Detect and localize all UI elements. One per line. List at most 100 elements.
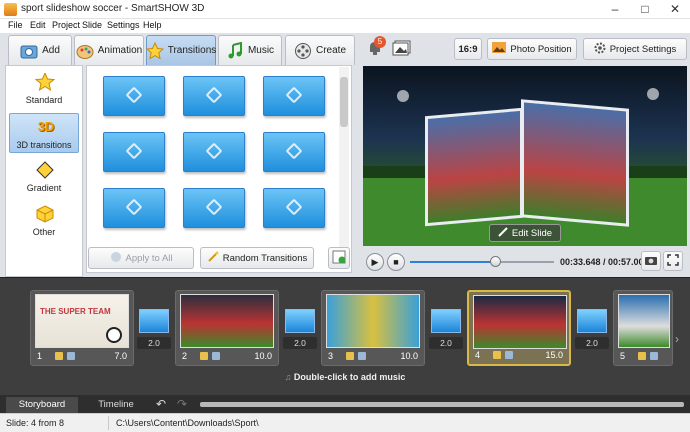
maximize-button[interactable]: □ <box>630 0 660 19</box>
random-transitions-button[interactable]: Random Transitions <box>200 247 314 269</box>
audio-icon[interactable] <box>650 352 658 360</box>
minimize-button[interactable]: – <box>600 0 630 19</box>
category-standard-label: Standard <box>25 95 63 105</box>
menu-help[interactable]: Help <box>143 20 162 30</box>
slide-duration: 10.0 <box>254 351 272 361</box>
transition-grid <box>86 65 352 273</box>
edit-slide-button[interactable]: Edit Slide <box>489 224 561 242</box>
fullscreen-button[interactable] <box>663 251 683 271</box>
transition-thumb[interactable] <box>183 76 245 116</box>
menu-slide[interactable]: Slide <box>82 20 102 30</box>
left-panel: Add Animation Transitions Music Create S… <box>0 33 360 277</box>
edit-icon[interactable] <box>200 352 208 360</box>
status-divider <box>108 416 109 430</box>
edit-icon[interactable] <box>346 352 354 360</box>
menu-edit[interactable]: Edit <box>30 20 46 30</box>
tab-timeline[interactable]: Timeline <box>80 397 152 413</box>
cube-icon <box>35 205 55 223</box>
storyboard-slide[interactable]: 5 <box>613 290 673 366</box>
category-other-label: Other <box>32 227 56 237</box>
audio-icon[interactable] <box>358 352 366 360</box>
transition-thumb[interactable] <box>103 76 165 116</box>
cube-left-face <box>425 107 523 227</box>
tab-add[interactable]: Add <box>8 35 72 65</box>
edit-icon[interactable] <box>55 352 63 360</box>
menu-settings[interactable]: Settings <box>107 20 140 30</box>
transition-thumb[interactable] <box>183 132 245 172</box>
menu-file[interactable]: File <box>8 20 23 30</box>
tab-transitions-label: Transitions <box>167 45 217 56</box>
transition-thumb[interactable] <box>103 132 165 172</box>
transition-thumb[interactable] <box>263 188 325 228</box>
category-other[interactable]: Other <box>9 201 79 241</box>
playback-knob[interactable] <box>489 256 501 267</box>
photo-position-icon <box>492 42 507 56</box>
slide-duration: 7.0 <box>114 351 127 361</box>
stop-button[interactable]: ■ <box>387 253 405 271</box>
tab-add-label: Add <box>42 45 60 56</box>
category-3d[interactable]: 3D 3D transitions <box>9 113 79 153</box>
transition-thumb[interactable] <box>183 188 245 228</box>
storyboard-slide[interactable]: 3 10.0 <box>321 290 425 366</box>
project-settings-button[interactable]: Project Settings <box>583 38 687 60</box>
edit-icon[interactable] <box>638 352 646 360</box>
notification-bell-icon[interactable]: 5 <box>366 36 386 57</box>
gradient-icon <box>35 161 55 179</box>
playback-time: 00:33.648 / 00:57.000 <box>560 257 649 267</box>
slide-thumbnail: THE SUPER TEAM <box>35 294 129 348</box>
status-bar: Slide: 4 from 8 C:\Users\Content\Downloa… <box>0 413 690 432</box>
transition-marker[interactable] <box>431 309 461 333</box>
tab-music-label: Music <box>247 45 275 56</box>
add-transition-button[interactable] <box>328 247 350 269</box>
snapshot-button[interactable] <box>641 251 661 271</box>
menu-project[interactable]: Project <box>52 20 80 30</box>
slide-preview[interactable]: Edit Slide <box>363 66 687 246</box>
slide-duration: 15.0 <box>545 350 563 360</box>
close-button[interactable]: ✕ <box>660 0 690 19</box>
undo-icon[interactable]: ↶ <box>156 397 166 411</box>
3d-text-icon: 3D <box>37 119 55 134</box>
transition-marker[interactable] <box>285 309 315 333</box>
image-gallery-icon[interactable] <box>392 40 412 56</box>
transition-marker[interactable] <box>577 309 607 333</box>
grid-scrollbar[interactable] <box>339 67 349 267</box>
scroll-right-icon[interactable]: › <box>675 332 679 346</box>
slide-number: 5 <box>620 351 626 361</box>
storyboard-slide[interactable]: THE SUPER TEAM 1 7.0 <box>30 290 134 366</box>
audio-icon[interactable] <box>212 352 220 360</box>
tab-music[interactable]: Music <box>218 35 282 65</box>
tab-animation[interactable]: Animation <box>74 35 144 65</box>
random-transitions-label: Random Transitions <box>222 252 308 264</box>
transition-duration: 2.0 <box>283 337 317 349</box>
timeline-scrollbar[interactable] <box>200 402 684 407</box>
cube-right-face <box>521 99 629 227</box>
apply-to-all-button[interactable]: Apply to All <box>88 247 194 269</box>
slide-duration: 10.0 <box>400 351 418 361</box>
tab-storyboard[interactable]: Storyboard <box>6 397 78 413</box>
aspect-ratio-label: 16:9 <box>458 43 478 55</box>
transition-thumb[interactable] <box>263 76 325 116</box>
camera-icon <box>645 255 657 268</box>
transition-thumb[interactable] <box>103 188 165 228</box>
play-button[interactable]: ▶ <box>366 253 384 271</box>
aspect-ratio-button[interactable]: 16:9 <box>454 38 482 60</box>
storyboard-slide[interactable]: 2 10.0 <box>175 290 279 366</box>
fullscreen-icon <box>667 253 679 269</box>
menu-bar: File Edit Project Slide Settings Help <box>0 19 690 33</box>
tab-create[interactable]: Create <box>285 35 355 65</box>
storyboard-slide[interactable]: 4 15.0 <box>467 290 571 366</box>
transition-thumb[interactable] <box>263 132 325 172</box>
category-gradient[interactable]: Gradient <box>9 157 79 197</box>
music-track[interactable]: ♫ Double-click to add music <box>0 372 690 388</box>
window-title: sport slideshow soccer - SmartSHOW 3D <box>21 3 205 14</box>
transition-duration: 2.0 <box>575 337 609 349</box>
edit-icon[interactable] <box>493 351 501 359</box>
audio-icon[interactable] <box>505 351 513 359</box>
transition-marker[interactable] <box>139 309 169 333</box>
audio-icon[interactable] <box>67 352 75 360</box>
category-standard[interactable]: Standard <box>9 69 79 109</box>
tab-transitions[interactable]: Transitions <box>145 35 217 65</box>
film-reel-icon <box>294 42 312 60</box>
photo-position-button[interactable]: Photo Position <box>487 38 577 60</box>
redo-icon[interactable]: ↷ <box>177 397 187 411</box>
